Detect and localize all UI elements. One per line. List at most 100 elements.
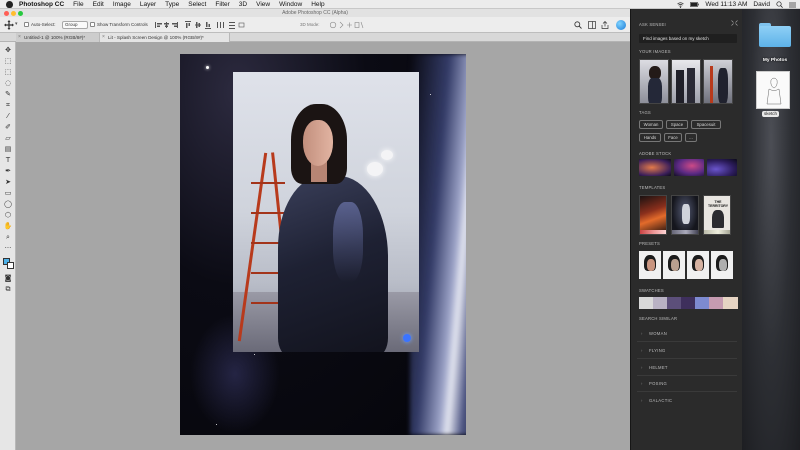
more-tools-icon[interactable]: ··· [3,244,13,253]
document-tabs: × Untitled-1 @ 100% (RGB/8#)* × Lit - Sp… [0,33,630,42]
tab-splash-screen[interactable]: × Lit - Splash Screen Design @ 100% (RGB… [100,33,230,42]
template-thumb[interactable]: THE TERRITORY [703,195,731,235]
color-swatch[interactable] [681,297,696,309]
search-similar-item-posing[interactable]: › POSING [641,381,667,386]
quick-mask-icon[interactable]: ◙ [3,274,13,283]
quick-select-tool-icon[interactable]: ✎ [3,90,13,99]
align-buttons[interactable] [155,21,245,29]
artboard-tool-icon[interactable]: ⬚ [3,57,13,66]
stock-image[interactable] [674,159,704,176]
search-item-label: GALACTIC [649,398,673,403]
tag-face[interactable]: Face [664,133,682,142]
brush-tool-icon[interactable]: ✐ [3,123,13,132]
panel-collapse-icon[interactable] [731,20,738,26]
search-similar-item-woman[interactable]: › WOMAN [641,331,667,336]
share-icon[interactable] [601,21,609,29]
search-similar-item-galactic[interactable]: › GALACTIC [641,398,672,403]
search-similar-item-helmet[interactable]: › HELMET [641,365,668,370]
auto-select-dropdown[interactable]: Group [62,21,88,29]
eyedropper-tool-icon[interactable]: ⁄ [3,112,13,121]
ellipse-tool-icon[interactable]: ◯ [3,200,13,209]
transform-controls-checkbox[interactable] [90,22,95,27]
user-name[interactable]: David [753,1,770,8]
your-image-thumb[interactable] [639,59,669,104]
menu-filter[interactable]: Filter [215,0,229,9]
canvas-workspace[interactable] [16,42,630,450]
my-photos-folder-icon[interactable] [759,23,791,47]
menu-layer[interactable]: Layer [140,0,156,9]
menu-window[interactable]: Window [279,0,302,9]
path-select-tool-icon[interactable]: ➤ [3,178,13,187]
preset-thumb[interactable] [663,251,685,279]
preset-thumb[interactable] [687,251,709,279]
search-similar-item-flying[interactable]: › FLYING [641,348,666,353]
tag-woman[interactable]: Woman [639,120,663,129]
color-swatch[interactable] [667,297,682,309]
hand-tool-icon[interactable]: ✋ [3,222,13,231]
color-swatch[interactable] [653,297,668,309]
color-swatch[interactable] [709,297,724,309]
menu-image[interactable]: Image [113,0,131,9]
battery-icon[interactable] [690,2,700,7]
tag-more[interactable]: ... [685,133,697,142]
menu-type[interactable]: Type [165,0,179,9]
3d-mode-buttons[interactable] [330,21,364,29]
zoom-tool-icon[interactable]: ⌕ [3,233,13,242]
move-tool-icon[interactable] [4,20,14,30]
notification-center-icon[interactable] [789,2,796,8]
your-image-thumb[interactable] [671,59,701,104]
sensei-prompt-input[interactable]: Find images based on my sketch [639,34,737,43]
clock[interactable]: Wed 11:13 AM [705,1,747,8]
lasso-tool-icon[interactable]: ◌ [3,79,13,88]
tag-hands[interactable]: Hands [639,133,661,142]
screen-mode-icon[interactable]: ⧉ [3,285,13,294]
preset-thumb[interactable] [639,251,661,279]
color-swatch[interactable] [639,297,654,309]
menu-edit[interactable]: Edit [93,0,104,9]
polygon-tool-icon[interactable]: ⬡ [3,211,13,220]
tag-spacesuit[interactable]: Spacesuit [691,120,721,129]
marquee-tool-icon[interactable]: ⬚ [3,68,13,77]
rectangle-tool-icon[interactable]: ▭ [3,189,13,198]
template-thumb[interactable] [671,195,699,235]
background-color-swatch[interactable] [7,262,14,269]
apple-icon[interactable] [6,0,13,8]
close-tab-icon[interactable]: × [18,33,21,42]
your-image-thumb[interactable] [703,59,733,104]
preset-thumb[interactable] [711,251,733,279]
minimize-window-button[interactable] [11,10,16,16]
sketch-file-icon[interactable] [756,71,790,109]
move-tool-icon[interactable]: ✥ [3,46,13,55]
menu-select[interactable]: Select [188,0,206,9]
tag-space[interactable]: Space [666,120,688,129]
menu-photoshop[interactable]: Photoshop CC [19,0,64,9]
search-icon[interactable] [574,21,582,29]
pen-tool-icon[interactable]: ✒ [3,167,13,176]
crop-tool-icon[interactable]: ⌗ [3,101,13,110]
template-thumb[interactable] [639,195,667,235]
stock-image[interactable] [639,159,671,176]
auto-select-checkbox[interactable] [24,22,29,27]
close-window-button[interactable] [4,10,9,16]
color-swatch[interactable] [723,297,738,309]
close-tab-icon[interactable]: × [102,33,105,42]
menu-view[interactable]: View [256,0,270,9]
menu-help[interactable]: Help [311,0,324,9]
sensei-profile-icon[interactable] [616,20,626,30]
workspace-icon[interactable] [588,21,596,29]
tool-preset-chevron-icon[interactable]: ▾ [15,21,18,27]
spotlight-icon[interactable] [776,1,783,8]
menu-3d[interactable]: 3D [239,0,247,9]
artboard-canvas[interactable] [180,54,466,435]
wifi-icon[interactable] [677,1,685,8]
menu-file[interactable]: File [73,0,83,9]
tab-untitled[interactable]: × Untitled-1 @ 100% (RGB/8#)* [16,33,100,42]
eraser-tool-icon[interactable]: ▱ [3,134,13,143]
type-tool-icon[interactable]: T [3,156,13,165]
menu-bar: Photoshop CC File Edit Image Layer Type … [0,0,800,9]
placed-photo[interactable] [233,72,419,352]
color-swatch[interactable] [695,297,710,309]
gradient-tool-icon[interactable]: ▤ [3,145,13,154]
stock-image[interactable] [707,159,737,176]
maximize-window-button[interactable] [18,10,23,16]
